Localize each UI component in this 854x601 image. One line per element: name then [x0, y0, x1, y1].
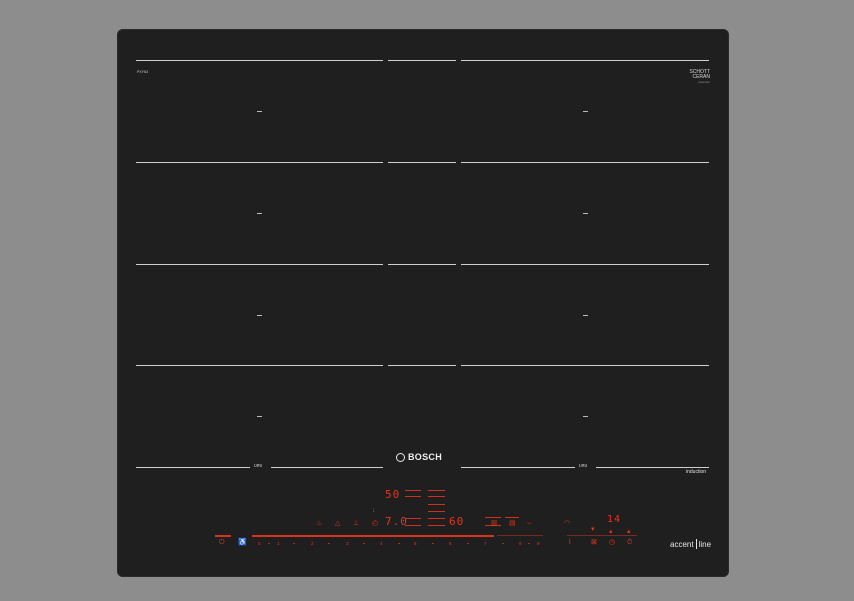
zone-divider [136, 162, 383, 163]
zone-marker [583, 213, 588, 214]
stir-icon[interactable]: ↓ [372, 507, 376, 515]
segment-line [428, 504, 445, 505]
slider-dot [528, 543, 530, 544]
zone-divider [136, 467, 250, 468]
slider-dot [293, 543, 295, 544]
brand-logo: BOSCH [396, 451, 452, 463]
zone-divider [461, 264, 709, 265]
zone-divider [136, 365, 383, 366]
segment-line [428, 496, 445, 497]
zone-marker [583, 315, 588, 316]
zone-divider [388, 60, 456, 61]
slider-dot [328, 543, 330, 544]
move-icon[interactable]: ⌣ [527, 520, 532, 528]
zone-marker [583, 416, 588, 417]
boost-icon[interactable]: ▥ [491, 520, 498, 528]
zone-divider [461, 467, 575, 468]
power-level-7[interactable]: 7 [484, 541, 487, 546]
segment-line [428, 511, 445, 512]
segment-line [428, 525, 445, 526]
segment-line [428, 490, 445, 491]
flex-zone-icon[interactable]: ⊥ [353, 520, 359, 528]
zone-divider [136, 60, 383, 61]
slider-dot [467, 543, 469, 544]
keep-warm-icon[interactable]: ▾ [591, 526, 595, 534]
power-level-3[interactable]: 3 [346, 541, 349, 546]
slider-dot [398, 543, 400, 544]
flex-zone-label-left: ᴜᴙᴜ [254, 463, 263, 469]
power-level-0[interactable]: 0 [258, 541, 261, 546]
zone-marker [257, 416, 262, 417]
zone-marker [257, 111, 262, 112]
power-level-bar [252, 535, 494, 537]
zone-marker [257, 213, 262, 214]
segment-line [485, 517, 501, 518]
zone-divider [461, 162, 709, 163]
timer-display: 14 [607, 514, 622, 525]
power-level-4[interactable]: 4 [380, 541, 383, 546]
segment-line [405, 496, 421, 497]
zone-divider [136, 264, 383, 265]
bosch-logo-icon [396, 452, 405, 462]
alarm-icon[interactable]: ⏱ [627, 539, 632, 547]
induction-label: induction [686, 469, 707, 475]
model-label: PXY63 [137, 70, 148, 74]
power-level-2[interactable]: 2 [311, 541, 314, 546]
cooktop-panel: ᴜᴙᴜ ᴜᴙᴜ PXY63 SCHOTT CERAN premium BOSCH… [117, 29, 729, 577]
series-divider [695, 539, 697, 549]
segment-line [505, 517, 519, 518]
zone-divider [388, 162, 456, 163]
left-main-display: 7.0 [385, 515, 408, 528]
child-lock-icon[interactable]: ♿ [238, 539, 247, 547]
power-indicator-bar [215, 535, 231, 537]
slider-dot [363, 543, 365, 544]
slider-dot [432, 543, 434, 544]
flex-zone-label-right: ᴜᴙᴜ [579, 463, 588, 469]
power-level-6[interactable]: 6 [449, 541, 452, 546]
grill-icon[interactable]: ▤ [509, 520, 516, 528]
power-slider-track [497, 535, 543, 536]
zone-divider [461, 60, 709, 61]
segment-line [405, 490, 421, 491]
zone-divider [388, 264, 456, 265]
zone-divider [271, 467, 383, 468]
zone-marker [583, 111, 588, 112]
slider-dot [268, 543, 270, 544]
left-top-display: 50 [385, 488, 401, 501]
right-main-display: 60 [449, 515, 465, 528]
glass-brand-logo: SCHOTT CERAN premium [689, 69, 710, 85]
power-level-1[interactable]: 1 [277, 541, 280, 546]
power-icon[interactable]: ⏻ [219, 539, 225, 547]
clock-icon[interactable]: ⊠ [591, 539, 597, 547]
frying-sensor-icon[interactable]: △ [335, 520, 340, 528]
brand-name: BOSCH [408, 452, 443, 462]
timer-slider-track [567, 535, 637, 536]
slider-dot [502, 543, 504, 544]
wifi-icon[interactable]: ◠ [564, 520, 570, 528]
timer-icon[interactable]: ◷ [609, 539, 615, 547]
timer-icon[interactable]: ◴ [372, 520, 378, 528]
series-label-part2: line [698, 539, 712, 549]
zone-divider [596, 467, 709, 468]
zone-divider [461, 365, 709, 366]
power-level-8[interactable]: 8 [519, 541, 522, 546]
segment-line [428, 518, 445, 519]
zone-marker [257, 315, 262, 316]
power-level-5[interactable]: 5 [414, 541, 417, 546]
series-label: accent line [670, 539, 711, 549]
series-label-part1: accent [670, 539, 694, 549]
power-level-9[interactable]: 9 [537, 541, 540, 546]
keep-warm-icon[interactable]: ⌇ [568, 539, 571, 547]
pan-icon[interactable]: ♨ [316, 520, 322, 528]
zone-divider [388, 365, 456, 366]
